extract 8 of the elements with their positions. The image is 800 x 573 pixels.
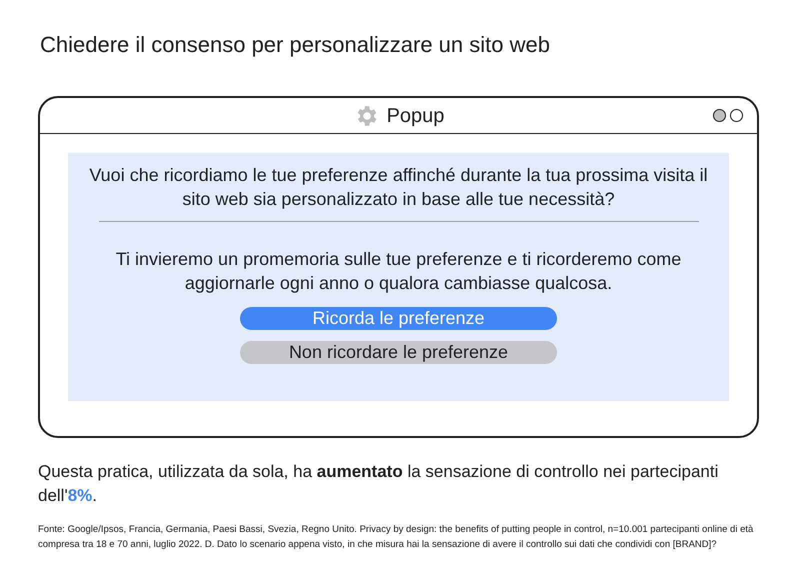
dont-remember-button[interactable]: Non ricordare le preferenze	[240, 341, 557, 364]
window-title: Popup	[386, 104, 444, 128]
slide-title: Chiedere il consenso per personalizzare un sito web	[40, 31, 551, 58]
remember-button[interactable]: Ricorda le preferenze	[240, 307, 557, 330]
question-text: Vuoi che ricordiamo le tue preferenze affinché durante la tua prossima visita il sito web sia personalizzato in base alle tue necessità?	[88, 164, 709, 211]
body-text: Ti invieremo un promemoria sulle tue preferenze e ti ricorderemo come aggiornarle ogni anno o qualora cambiasse qualcosa.	[114, 248, 682, 295]
source-note: Fonte: Google/Ipsos, Francia, Germania, Paesi Bassi, Svezia, Regno Unito. Privacy by design: the benefits of putting people in control, n=10.001 partecipanti online di età compresa tra 18 e 70 anni, luglio 2022. D. Dato lo scenario appena visto, in che misura hai la sensazione di avere il controllo sui dati che condividi con [BRAND]?	[38, 523, 754, 552]
finding-text: Questa pratica, utilizzata da sola, ha aumentato la sensazione di controllo nei partecipanti dell'8%.	[38, 461, 720, 507]
